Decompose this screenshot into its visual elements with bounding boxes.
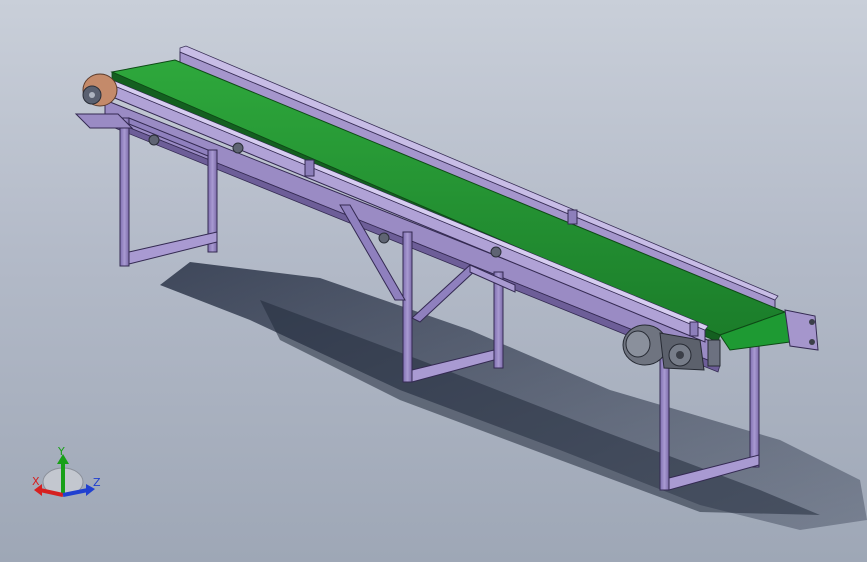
cad-graphics-area[interactable]: Y X Z [0, 0, 867, 562]
head-end-bracket [784, 309, 819, 351]
z-axis-label: Z [93, 476, 101, 489]
conveyor-model-view[interactable]: Y X Z [0, 0, 867, 562]
coordinate-triad[interactable]: Y X Z [32, 445, 101, 497]
y-axis-label: Y [57, 445, 65, 458]
x-axis-label: X [32, 475, 40, 488]
